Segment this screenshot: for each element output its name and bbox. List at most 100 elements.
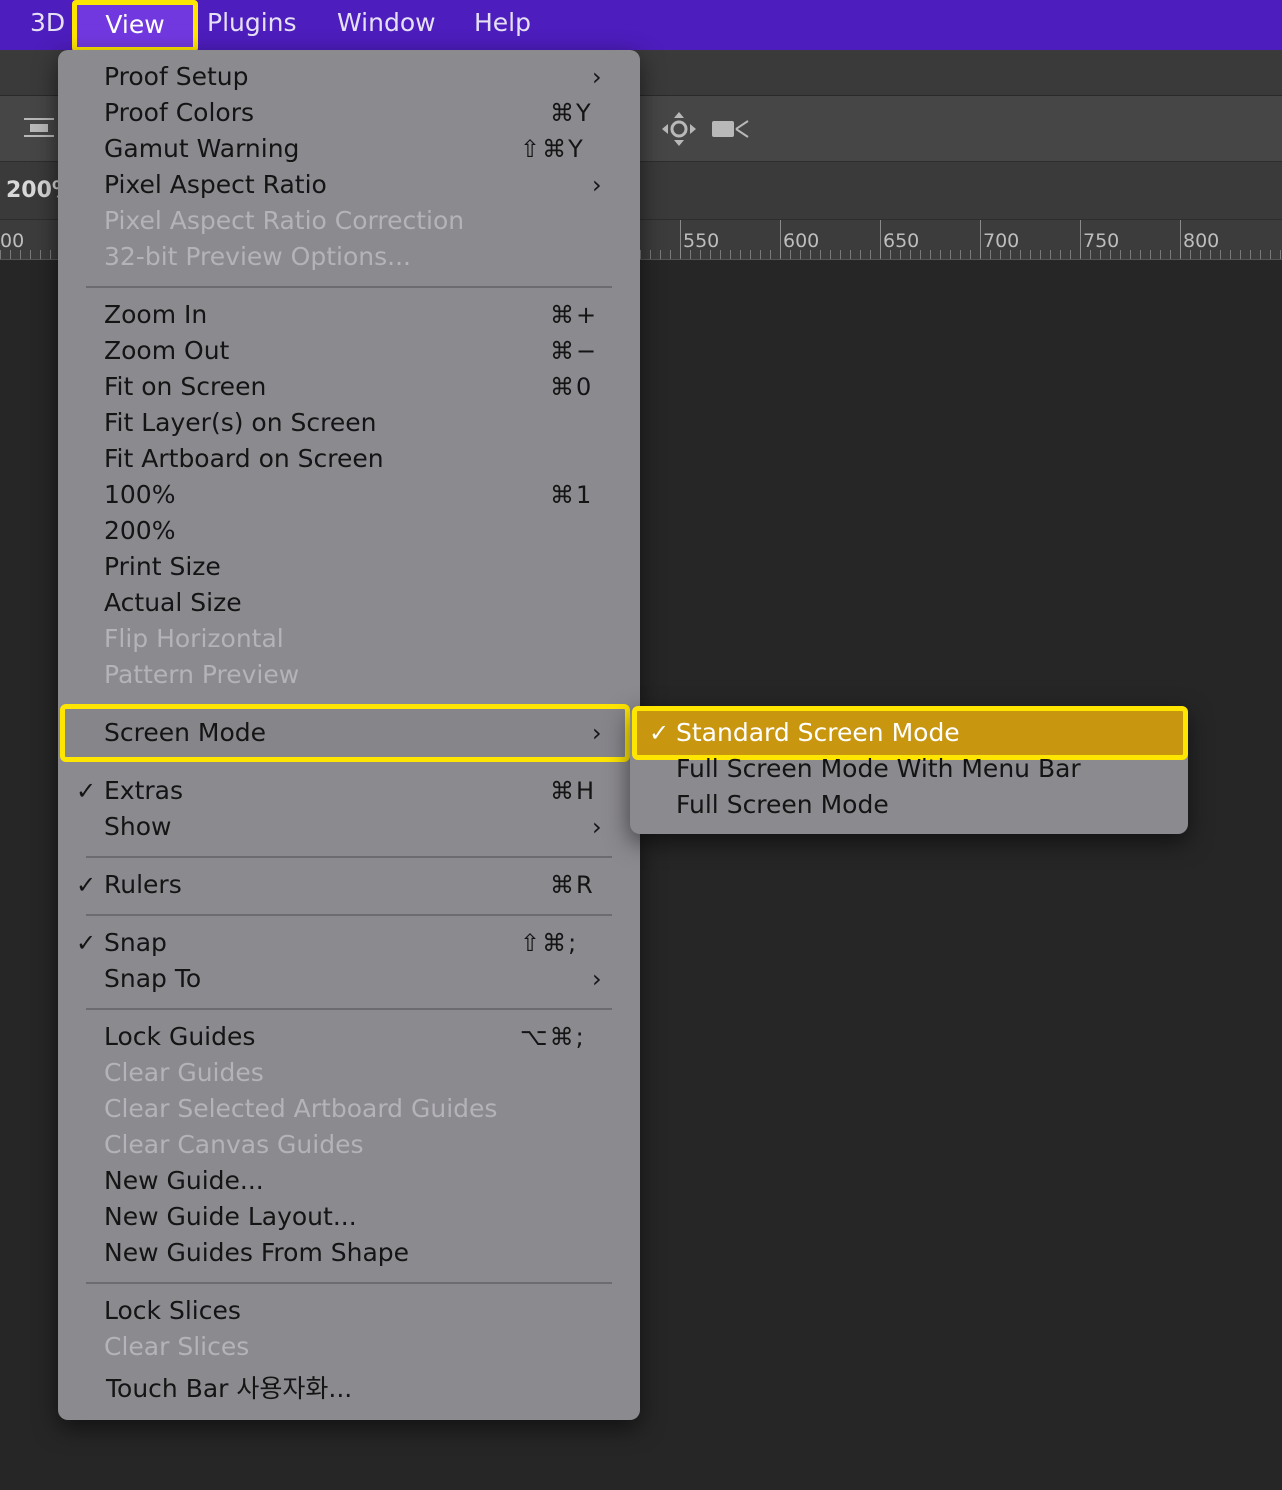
menu-item-screen-mode[interactable]: Screen Mode › <box>60 704 630 762</box>
menu-item-shortcut: ⌘Y <box>550 99 593 127</box>
menu-separator <box>86 914 612 916</box>
menu-bar: 3D View Plugins Window Help <box>0 0 1282 52</box>
menu-item-label: Actual Size <box>104 588 242 617</box>
menu-item-label: Extras <box>104 776 184 805</box>
menu-item-flip-horizontal: Flip Horizontal <box>58 621 640 657</box>
menu-item-new-guides-from-shape[interactable]: New Guides From Shape <box>58 1235 640 1271</box>
view-menu-dropdown: Proof Setup › Proof Colors ⌘Y Gamut Warn… <box>58 50 640 1420</box>
menu-item-proof-setup[interactable]: Proof Setup › <box>58 59 640 95</box>
menu-item-shortcut: ⌥⌘; <box>520 1023 586 1051</box>
menu-item-label: Touch Bar 사용자화... <box>106 1374 353 1403</box>
ruler-tick <box>980 220 981 258</box>
menu-item-label: Rulers <box>104 870 182 899</box>
menu-item-customize-touch-bar[interactable]: Touch Bar 사용자화... <box>58 1371 640 1407</box>
menu-item-label: Proof Setup <box>104 62 249 91</box>
menu-window[interactable]: Window <box>337 0 436 50</box>
menu-item-label: Lock Slices <box>104 1296 241 1325</box>
ruler-label: 600 <box>783 230 820 252</box>
submenu-item-label: Standard Screen Mode <box>676 718 960 747</box>
menu-item-proof-colors[interactable]: Proof Colors ⌘Y <box>58 95 640 131</box>
menu-item-shortcut: ⌘H <box>550 777 597 805</box>
menu-3d[interactable]: 3D <box>30 0 65 50</box>
checkmark-icon: ✓ <box>76 929 97 957</box>
menu-item-label: Lock Guides <box>104 1022 256 1051</box>
menu-item-new-guide-layout[interactable]: New Guide Layout... <box>58 1199 640 1235</box>
submenu-item-label: Full Screen Mode <box>676 790 889 819</box>
menu-item-snap[interactable]: ✓ Snap ⇧⌘; <box>58 925 640 961</box>
menu-item-clear-slices: Clear Slices <box>58 1329 640 1365</box>
ruler-label: 650 <box>883 230 920 252</box>
menu-item-label: 100% <box>104 480 176 509</box>
menu-item-label: Clear Slices <box>104 1332 250 1361</box>
menu-item-label: Flip Horizontal <box>104 624 284 653</box>
menu-item-new-guide[interactable]: New Guide... <box>58 1163 640 1199</box>
menu-item-shortcut: ⇧⌘; <box>520 929 579 957</box>
menu-item-label: Clear Guides <box>104 1058 264 1087</box>
menu-item-fit-layers-on-screen[interactable]: Fit Layer(s) on Screen <box>58 405 640 441</box>
menu-item-show[interactable]: Show › <box>58 809 640 845</box>
menu-item-fit-on-screen[interactable]: Fit on Screen ⌘0 <box>58 369 640 405</box>
ruler-tick <box>1180 220 1181 258</box>
ruler-label: 550 <box>683 230 720 252</box>
menu-item-lock-guides[interactable]: Lock Guides ⌥⌘; <box>58 1019 640 1055</box>
menu-item-shortcut: ⌘− <box>550 337 599 365</box>
menu-item-zoom-out[interactable]: Zoom Out ⌘− <box>58 333 640 369</box>
menu-item-label: Screen Mode <box>104 718 267 747</box>
screen-mode-submenu: ✓ Standard Screen Mode Full Screen Mode … <box>630 706 1188 834</box>
menu-item-shortcut: ⌘R <box>550 871 595 899</box>
menu-item-label: Pixel Aspect Ratio Correction <box>104 206 465 235</box>
menu-item-32bit-preview-options: 32-bit Preview Options... <box>58 239 640 275</box>
menu-help[interactable]: Help <box>474 0 531 50</box>
submenu-arrow-icon: › <box>592 63 602 91</box>
menu-item-snap-to[interactable]: Snap To › <box>58 961 640 997</box>
menu-item-label: Print Size <box>104 552 221 581</box>
menu-item-clear-selected-artboard-guides: Clear Selected Artboard Guides <box>58 1091 640 1127</box>
menu-item-200-percent[interactable]: 200% <box>58 513 640 549</box>
menu-item-pixel-aspect-ratio-correction: Pixel Aspect Ratio Correction <box>58 203 640 239</box>
menu-separator <box>86 1008 612 1010</box>
ruler-tick <box>780 220 781 258</box>
ruler-label: 800 <box>1183 230 1220 252</box>
menu-item-extras[interactable]: ✓ Extras ⌘H <box>58 773 640 809</box>
video-camera-icon[interactable] <box>710 116 752 148</box>
ruler-tick <box>680 220 681 258</box>
menu-item-label: 32-bit Preview Options... <box>104 242 411 271</box>
submenu-item-full-screen-mode[interactable]: Full Screen Mode <box>630 787 1188 823</box>
menu-item-actual-size[interactable]: Actual Size <box>58 585 640 621</box>
checkmark-icon: ✓ <box>76 871 97 899</box>
menu-item-print-size[interactable]: Print Size <box>58 549 640 585</box>
submenu-arrow-icon: › <box>592 813 602 841</box>
menu-item-pixel-aspect-ratio[interactable]: Pixel Aspect Ratio › <box>58 167 640 203</box>
menu-item-label: Zoom In <box>104 300 208 329</box>
move-3d-icon[interactable] <box>660 110 698 154</box>
menu-item-clear-canvas-guides: Clear Canvas Guides <box>58 1127 640 1163</box>
menu-item-pattern-preview: Pattern Preview <box>58 657 640 693</box>
menu-item-label: 200% <box>104 516 176 545</box>
menu-item-label: Clear Selected Artboard Guides <box>104 1094 498 1123</box>
menu-item-label: Zoom Out <box>104 336 230 365</box>
menu-item-label: New Guide... <box>104 1166 264 1195</box>
submenu-item-full-screen-with-menu-bar[interactable]: Full Screen Mode With Menu Bar <box>630 751 1188 787</box>
menu-item-label: New Guides From Shape <box>104 1238 410 1267</box>
menu-item-label: Proof Colors <box>104 98 254 127</box>
menu-item-gamut-warning[interactable]: Gamut Warning ⇧⌘Y <box>58 131 640 167</box>
submenu-arrow-icon: › <box>592 965 602 993</box>
ruler-label: 700 <box>983 230 1020 252</box>
menu-item-label: Gamut Warning <box>104 134 300 163</box>
submenu-item-label: Full Screen Mode With Menu Bar <box>676 754 1081 783</box>
menu-item-label: Snap <box>104 928 167 957</box>
menu-item-lock-slices[interactable]: Lock Slices <box>58 1293 640 1329</box>
menu-item-zoom-in[interactable]: Zoom In ⌘+ <box>58 297 640 333</box>
menu-item-100-percent[interactable]: 100% ⌘1 <box>58 477 640 513</box>
menu-item-rulers[interactable]: ✓ Rulers ⌘R <box>58 867 640 903</box>
menu-item-shortcut: ⌘+ <box>550 301 599 329</box>
align-icon[interactable] <box>22 114 56 146</box>
menu-plugins[interactable]: Plugins <box>207 0 297 50</box>
ruler-tick <box>1080 220 1081 258</box>
menu-item-fit-artboard-on-screen[interactable]: Fit Artboard on Screen <box>58 441 640 477</box>
menu-view[interactable]: View <box>72 0 198 52</box>
menu-item-label: Fit Artboard on Screen <box>104 444 384 473</box>
checkmark-icon: ✓ <box>649 719 670 747</box>
menu-item-label: Show <box>104 812 172 841</box>
menu-item-shortcut: ⇧⌘Y <box>520 135 585 163</box>
